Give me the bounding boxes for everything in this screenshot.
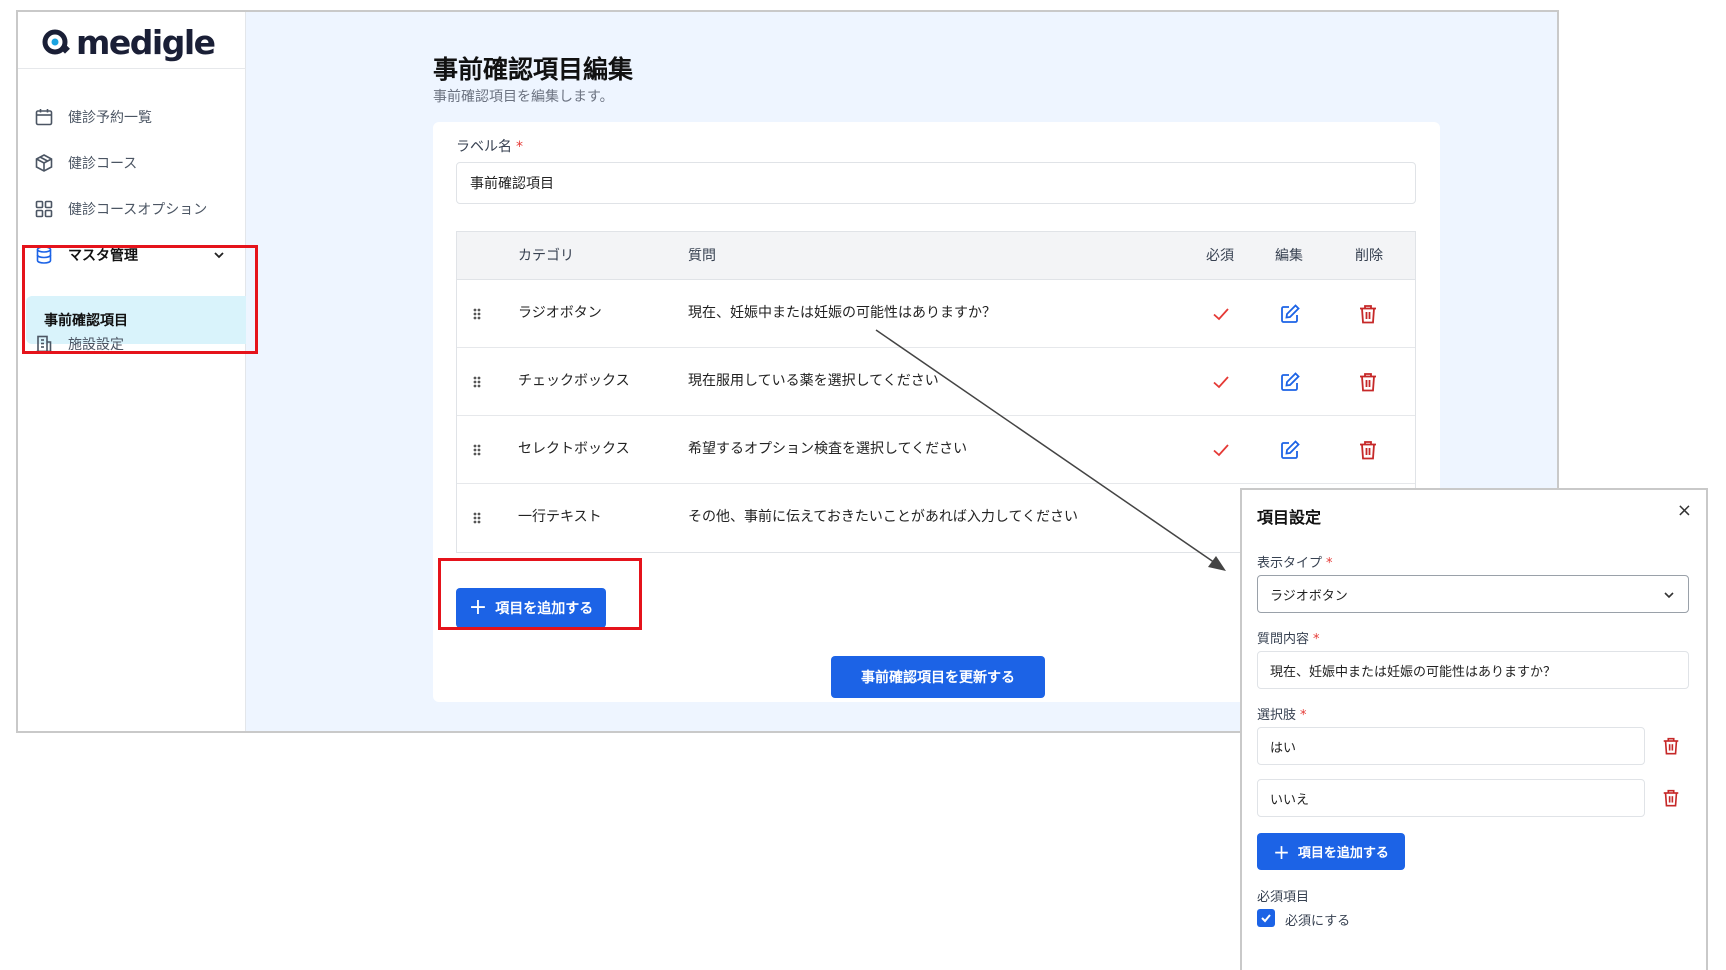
close-icon[interactable]: ×: [1677, 500, 1692, 521]
page-subtitle: 事前確認項目を編集します。: [433, 89, 614, 105]
required-mark: *: [1326, 556, 1333, 571]
logo[interactable]: medigle: [42, 20, 216, 64]
row-question: 希望するオプション検査を選択してください: [688, 441, 968, 457]
drag-handle-icon[interactable]: [472, 507, 482, 529]
chevron-down-icon: [1664, 592, 1674, 599]
row-category: ラジオボタン: [518, 305, 602, 321]
display-type-label: 表示タイプ *: [1257, 552, 1333, 571]
option-input[interactable]: はい: [1257, 727, 1645, 765]
row-category: チェックボックス: [518, 373, 630, 389]
edit-icon[interactable]: [1279, 371, 1301, 393]
table-row: ラジオボタン 現在、妊娠中または妊娠の可能性はありますか？: [457, 280, 1415, 348]
edit-icon[interactable]: [1279, 303, 1301, 325]
option-input[interactable]: いいえ: [1257, 779, 1645, 817]
logo-text: medigle: [76, 22, 216, 62]
row-category: セレクトボックス: [518, 441, 630, 457]
row-category: 一行テキスト: [518, 509, 602, 525]
required-mark: *: [1300, 708, 1307, 723]
plus-icon: +: [1273, 839, 1290, 864]
logo-mark-icon: [42, 29, 70, 55]
header-required: 必須: [1206, 248, 1234, 264]
question-input[interactable]: 現在、妊娠中または妊娠の可能性はありますか？: [1257, 651, 1689, 689]
display-type-select[interactable]: ラジオボタン: [1257, 575, 1689, 613]
header-delete: 削除: [1355, 248, 1383, 264]
trash-icon[interactable]: [1357, 439, 1379, 461]
sidebar-item-course-options[interactable]: 健診コースオプション: [26, 188, 238, 230]
sidebar-item-label: 健診コース: [68, 156, 138, 172]
trash-icon[interactable]: [1357, 303, 1379, 325]
dialog-title: 項目設定: [1257, 508, 1322, 527]
table-row: セレクトボックス 希望するオプション検査を選択してください: [457, 416, 1415, 484]
box-icon: [35, 154, 53, 172]
option-value: はい: [1270, 740, 1297, 756]
table-header: カテゴリ 質問 必須 編集 削除: [457, 232, 1415, 280]
header-edit: 編集: [1275, 248, 1303, 264]
label-name-value: 事前確認項目: [470, 176, 554, 192]
update-button[interactable]: 事前確認項目を更新する: [831, 656, 1045, 698]
sidebar: medigle 健診予約一覧 健診コース 健診コースオプション マスタ管理 事前…: [18, 12, 252, 731]
question-label: 質問内容 *: [1257, 628, 1320, 647]
update-button-label: 事前確認項目を更新する: [861, 670, 1015, 686]
options-label-text: 選択肢: [1257, 708, 1297, 723]
question-label-text: 質問内容: [1257, 632, 1310, 647]
grid-icon: [35, 200, 53, 218]
drag-handle-icon[interactable]: [472, 303, 482, 325]
required-checkbox-label: 必須にする: [1285, 914, 1351, 929]
drag-handle-icon[interactable]: [472, 371, 482, 393]
item-settings-dialog: 項目設定 × 表示タイプ * ラジオボタン 質問内容 * 現在、妊娠中または妊娠の可…: [1240, 488, 1708, 970]
display-type-label-text: 表示タイプ: [1257, 556, 1323, 571]
sidebar-item-label: 健診コースオプション: [68, 202, 208, 218]
trash-icon[interactable]: [1661, 788, 1681, 808]
row-question: その他、事前に伝えておきたいことがあれば入力してください: [688, 509, 1079, 525]
label-name-input[interactable]: 事前確認項目: [456, 162, 1416, 204]
sidebar-item-reservations[interactable]: 健診予約一覧: [26, 96, 238, 138]
option-value: いいえ: [1270, 792, 1310, 808]
checkmark-icon: [1261, 914, 1271, 923]
check-icon: [1213, 308, 1229, 321]
sidebar-item-courses[interactable]: 健診コース: [26, 142, 238, 184]
label-name-label: ラベル名 *: [456, 136, 523, 156]
header-question: 質問: [688, 248, 716, 264]
drag-handle-icon[interactable]: [472, 439, 482, 461]
logo-divider: [18, 68, 246, 69]
sidebar-highlight-box: [22, 245, 258, 354]
add-option-label: 項目を追加する: [1297, 846, 1389, 861]
check-icon: [1213, 376, 1229, 389]
options-label: 選択肢 *: [1257, 704, 1307, 723]
trash-icon[interactable]: [1661, 736, 1681, 756]
calendar-icon: [35, 109, 53, 126]
required-section-label: 必須項目: [1257, 890, 1310, 905]
trash-icon[interactable]: [1357, 371, 1379, 393]
add-button-highlight-box: [438, 558, 642, 630]
add-option-button[interactable]: + 項目を追加する: [1257, 833, 1405, 870]
question-value: 現在、妊娠中または妊娠の可能性はありますか？: [1270, 664, 1557, 680]
row-question: 現在服用している薬を選択してください: [688, 373, 939, 389]
row-question: 現在、妊娠中または妊娠の可能性はありますか？: [688, 305, 996, 321]
display-type-value: ラジオボタン: [1270, 588, 1348, 604]
page-title: 事前確認項目編集: [433, 55, 634, 84]
sidebar-item-label: 健診予約一覧: [68, 110, 152, 126]
edit-icon[interactable]: [1279, 439, 1301, 461]
required-mark: *: [1313, 632, 1320, 647]
table-row: チェックボックス 現在服用している薬を選択してください: [457, 348, 1415, 416]
label-name-text: ラベル名: [456, 139, 512, 155]
required-mark: *: [516, 139, 523, 155]
header-category: カテゴリ: [518, 248, 574, 264]
required-checkbox[interactable]: [1257, 909, 1275, 927]
check-icon: [1213, 444, 1229, 457]
